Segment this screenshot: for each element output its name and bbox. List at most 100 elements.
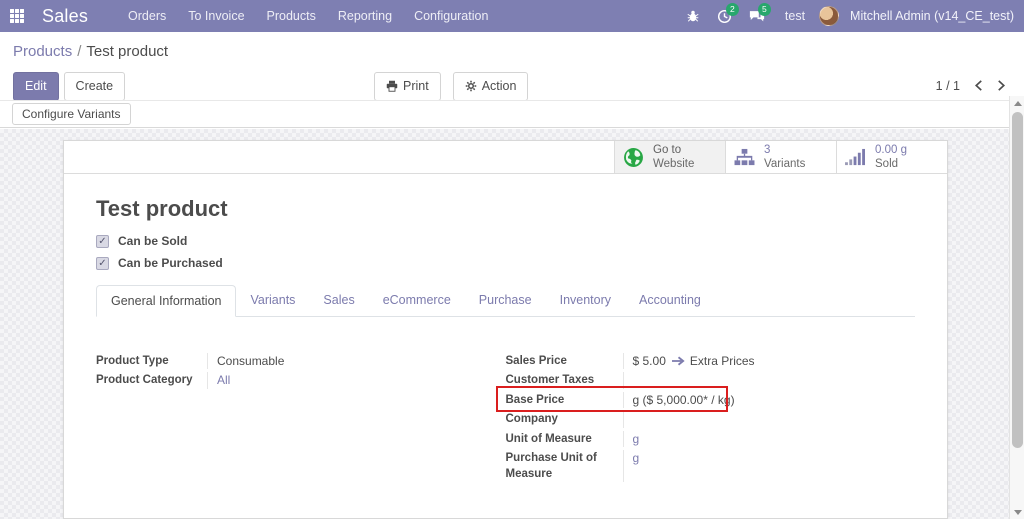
form-statusbar: Configure Variants [0, 100, 1009, 128]
scrollbar-thumb[interactable] [1012, 112, 1023, 448]
menu-products[interactable]: Products [257, 1, 326, 31]
product-type-value: Consumable [217, 353, 285, 368]
customer-taxes-label: Customer Taxes [506, 372, 624, 389]
can-be-sold-row: ✓ Can be Sold [96, 234, 915, 248]
tab-ecommerce[interactable]: eCommerce [369, 285, 465, 317]
odoo-window: Sales Orders To Invoice Products Reporti… [0, 0, 1024, 519]
menu-orders[interactable]: Orders [118, 1, 176, 31]
activity-count-badge: 2 [725, 3, 739, 16]
scroll-down-button[interactable] [1010, 505, 1024, 519]
purchase-uom-label: Purchase Unit of Measure [506, 450, 624, 483]
bar-chart-icon [845, 148, 865, 165]
unit-of-measure-label: Unit of Measure [506, 430, 624, 448]
extra-prices-label: Extra Prices [689, 353, 755, 368]
company-row: Company [506, 410, 916, 430]
breadcrumb-products-link[interactable]: Products [13, 43, 72, 60]
customer-taxes-row: Customer Taxes [506, 371, 916, 391]
chevron-right-icon [998, 80, 1006, 91]
action-button[interactable]: Action [452, 72, 529, 101]
action-label: Action [481, 79, 517, 93]
pager: 1 / 1 [936, 72, 1006, 99]
product-category-value[interactable]: All [217, 373, 230, 387]
purchase-uom-value[interactable]: g [633, 451, 640, 465]
product-type-row: Product Type Consumable [96, 351, 506, 371]
product-category-label: Product Category [96, 372, 208, 389]
app-name[interactable]: Sales [34, 6, 102, 27]
user-menu[interactable]: Mitchell Admin (v14_CE_test) [843, 9, 1014, 23]
form-view-background: Go to Website 3 Variants 0.00 g Sold Tes… [0, 129, 1009, 519]
sold-smart-button[interactable]: 0.00 g Sold [836, 141, 947, 173]
company-switcher[interactable]: test [775, 9, 815, 23]
right-field-group: Sales Price $ 5.00 Extra Prices Customer… [495, 351, 916, 484]
sales-price-value: $ 5.00 [632, 353, 666, 368]
variants-count: 3 [764, 143, 771, 156]
tab-inventory[interactable]: Inventory [546, 285, 625, 317]
base-price-row: Base Price g ($ 5,000.00* / kg) [495, 386, 916, 413]
breadcrumb-current: Test product [86, 43, 169, 60]
menu-reporting[interactable]: Reporting [328, 1, 402, 31]
pager-next-button[interactable] [997, 80, 1006, 91]
product-title: Test product [96, 196, 228, 221]
can-be-sold-label: Can be Sold [118, 234, 188, 248]
edit-button[interactable]: Edit [13, 72, 59, 101]
extra-prices-button[interactable]: Extra Prices [671, 353, 755, 368]
printer-icon [386, 81, 398, 92]
base-price-value: g ($ 5,000.00* / kg) [632, 392, 735, 407]
tab-variants[interactable]: Variants [236, 285, 309, 317]
tab-accounting[interactable]: Accounting [625, 285, 715, 317]
debug-bug-icon[interactable] [679, 0, 707, 32]
navbar-right: 2 5 test Mitchell Admin (v14_CE_test) [679, 0, 1024, 32]
smart-button-line1: Go to [653, 143, 682, 156]
print-button[interactable]: Print [374, 72, 441, 101]
chevron-left-icon [974, 80, 982, 91]
create-button[interactable]: Create [63, 72, 126, 101]
notebook-tabs: General Information Variants Sales eComm… [96, 284, 915, 317]
left-field-group: Product Type Consumable Product Category… [96, 351, 506, 484]
can-be-purchased-checkbox[interactable]: ✓ [96, 256, 109, 270]
top-menus: Orders To Invoice Products Reporting Con… [118, 1, 498, 31]
messages-button[interactable]: 5 [743, 0, 771, 32]
globe-icon [624, 147, 643, 167]
breadcrumb: Products / Test product [0, 32, 1024, 60]
breadcrumb-separator: / [77, 43, 82, 60]
tab-purchase[interactable]: Purchase [465, 285, 546, 317]
sales-price-row: Sales Price $ 5.00 Extra Prices [506, 351, 916, 371]
sold-quantity: 0.00 g [875, 143, 907, 156]
message-count-badge: 5 [757, 3, 771, 16]
product-category-row: Product Category All [96, 371, 506, 391]
product-type-label: Product Type [96, 352, 208, 370]
variants-label: Variants [764, 158, 806, 170]
pager-previous-button[interactable] [974, 80, 983, 91]
activities-button[interactable]: 2 [711, 0, 739, 32]
apps-menu-button[interactable] [0, 0, 34, 32]
can-be-sold-checkbox[interactable]: ✓ [96, 234, 109, 248]
print-label: Print [403, 79, 429, 93]
tab-general-information[interactable]: General Information [96, 285, 237, 317]
pager-value[interactable]: 1 / 1 [936, 79, 960, 93]
gear-icon [465, 81, 476, 92]
vertical-scrollbar[interactable] [1009, 96, 1024, 519]
control-panel-buttons: Edit Create Print Action 1 / 1 [0, 72, 1024, 101]
variants-smart-button[interactable]: 3 Variants [725, 141, 836, 173]
smart-button-line2: Website [653, 158, 695, 170]
configure-variants-button[interactable]: Configure Variants [12, 103, 131, 125]
bug-icon [687, 10, 699, 22]
arrow-right-icon [671, 356, 685, 365]
control-panel: Products / Test product Edit Create Print [0, 32, 1024, 101]
base-price-label: Base Price [506, 391, 624, 409]
top-navbar: Sales Orders To Invoice Products Reporti… [0, 0, 1024, 32]
unit-of-measure-row: Unit of Measure g [506, 429, 916, 449]
smart-buttons-row: Go to Website 3 Variants 0.00 g Sold [64, 141, 947, 174]
can-be-purchased-label: Can be Purchased [118, 256, 223, 270]
menu-to-invoice[interactable]: To Invoice [178, 1, 254, 31]
triangle-down-icon [1013, 509, 1022, 515]
unit-of-measure-value[interactable]: g [633, 432, 640, 446]
tab-sales[interactable]: Sales [309, 285, 368, 317]
apps-grid-icon [10, 9, 24, 23]
user-avatar[interactable] [819, 6, 840, 26]
customer-taxes-value [624, 372, 633, 389]
go-to-website-button[interactable]: Go to Website [614, 141, 725, 173]
menu-configuration[interactable]: Configuration [404, 1, 498, 31]
purchase-uom-row: Purchase Unit of Measure g [506, 449, 916, 484]
scroll-up-button[interactable] [1010, 96, 1024, 110]
